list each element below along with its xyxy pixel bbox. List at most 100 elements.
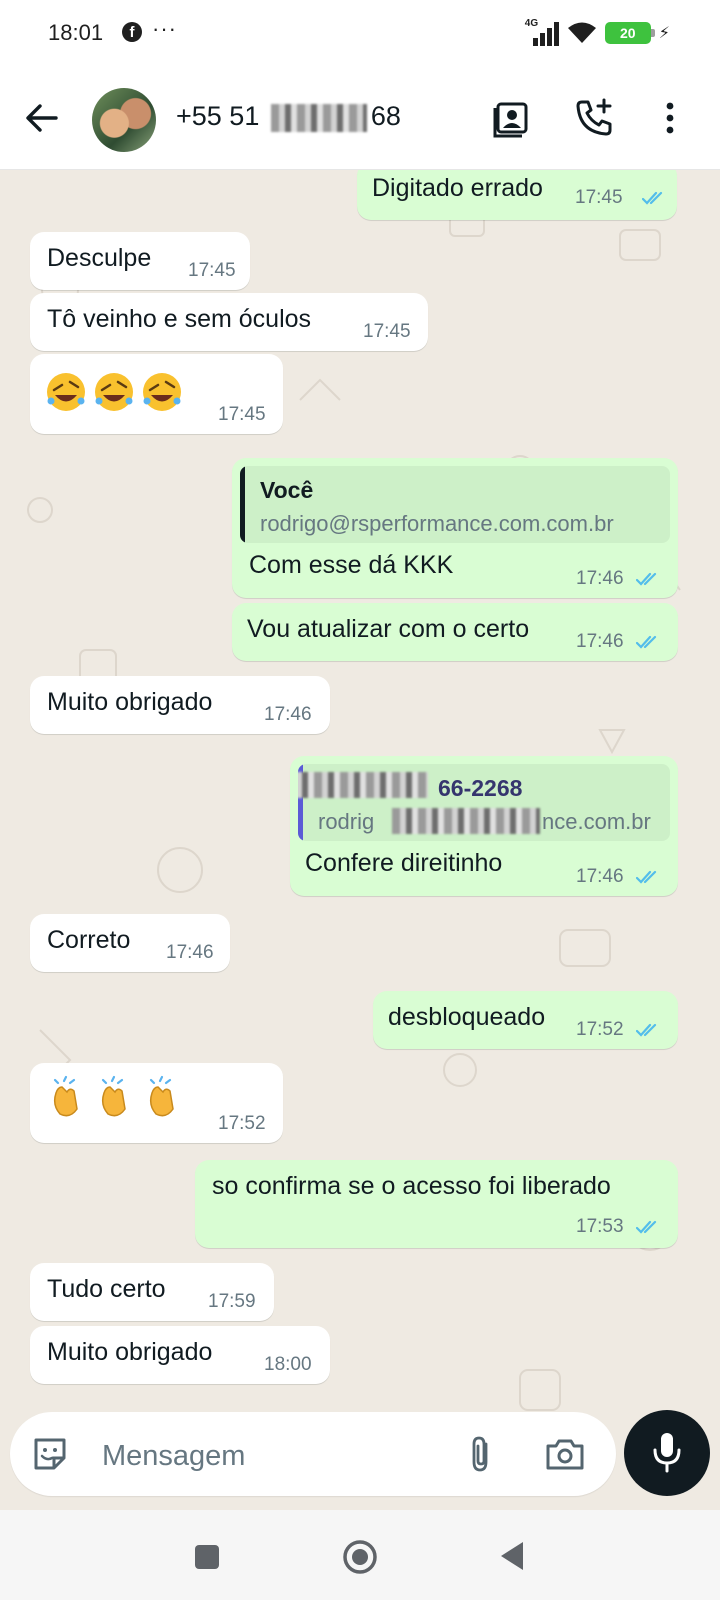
read-receipt-icon <box>636 870 657 884</box>
charging-icon: ⚡ <box>658 25 670 42</box>
message-bubble-incoming[interactable]: Muito obrigado 18:00 <box>30 1326 330 1384</box>
rolling-on-floor-laughing-emoji-icon <box>47 373 85 411</box>
message-text: so confirma se o acesso foi liberado <box>212 1172 611 1200</box>
message-text: Desculpe <box>47 244 152 272</box>
message-time: 17:46 <box>576 866 624 887</box>
message-text: Tô veinho e sem óculos <box>47 305 312 333</box>
message-bubble-outgoing[interactable]: desbloqueado 17:52 <box>373 991 678 1049</box>
redacted-number <box>270 103 367 132</box>
message-bubble-outgoing[interactable]: 66-2268 rodrig nce.com.br Confere direit… <box>290 756 678 896</box>
message-time: 17:46 <box>264 704 312 725</box>
message-text: Muito obrigado <box>47 1338 213 1366</box>
contact-card-button[interactable] <box>490 96 534 140</box>
phone-add-icon <box>576 98 612 136</box>
attach-icon[interactable] <box>460 1434 500 1474</box>
camera-icon[interactable] <box>544 1434 586 1474</box>
message-input[interactable]: Mensagem <box>10 1412 616 1496</box>
message-text: desbloqueado <box>388 1003 546 1031</box>
contact-name[interactable]: +55 51 68 <box>176 101 401 132</box>
message-time: 17:59 <box>208 1291 256 1312</box>
message-bubble-outgoing[interactable]: Digitado errado 17:45 <box>357 170 677 220</box>
message-time: 17:45 <box>575 187 623 208</box>
network-type-label: 4G <box>524 18 539 29</box>
message-bubble-outgoing[interactable]: Você rodrigo@rsperformance.com.com.br Co… <box>232 458 678 598</box>
home-button-icon[interactable] <box>341 1538 379 1576</box>
status-indicators: 4G 20 ⚡ <box>524 18 670 46</box>
rolling-on-floor-laughing-emoji-icon <box>143 373 181 411</box>
contact-name-suffix: 68 <box>370 101 401 131</box>
sticker-icon[interactable] <box>30 1434 70 1474</box>
facebook-notification-icon: f <box>122 22 142 42</box>
message-bubble-outgoing[interactable]: Vou atualizar com o certo 17:46 <box>232 603 678 661</box>
message-time: 17:45 <box>218 404 266 425</box>
message-text: Confere direitinho <box>305 849 503 877</box>
back-button[interactable] <box>20 96 64 140</box>
message-time: 17:52 <box>218 1113 266 1134</box>
contact-card-icon <box>493 102 528 138</box>
back-button-icon[interactable] <box>497 1540 527 1572</box>
read-receipt-icon <box>636 635 657 649</box>
contact-name-prefix: +55 51 <box>176 101 260 131</box>
quote-text-end: nce.com.br <box>542 809 651 834</box>
read-receipt-icon <box>636 1023 657 1037</box>
quote-text: rodrigo@rsperformance.com.com.br <box>260 511 614 536</box>
battery-icon: 20 <box>604 22 655 44</box>
menu-button[interactable] <box>648 96 692 140</box>
message-time: 17:45 <box>363 321 411 342</box>
read-receipt-icon <box>636 1220 657 1234</box>
message-time: 17:53 <box>576 1216 624 1237</box>
microphone-icon <box>653 1433 681 1473</box>
message-time: 17:46 <box>576 568 624 589</box>
message-time: 17:46 <box>576 631 624 652</box>
more-vertical-icon <box>666 102 674 134</box>
redacted-quote-text <box>392 808 540 834</box>
status-bar: 18:01 f ··· 4G 20 ⚡ <box>0 0 720 70</box>
recents-button-icon[interactable] <box>192 1542 222 1572</box>
message-time: 17:52 <box>576 1019 624 1040</box>
read-receipt-icon <box>642 191 663 205</box>
clapping-hands-emoji-icon <box>53 1075 78 1117</box>
back-arrow-icon <box>26 104 58 132</box>
system-navigation-bar <box>0 1510 720 1600</box>
message-text: Correto <box>47 926 131 954</box>
message-bubble-incoming[interactable]: Correto 17:46 <box>30 914 230 972</box>
message-bubble-incoming[interactable]: Tudo certo 17:59 <box>30 1263 274 1321</box>
add-call-button[interactable] <box>572 96 616 140</box>
clapping-hands-emoji-icon <box>101 1075 126 1117</box>
quote-accent-bar <box>240 466 245 543</box>
message-bubble-incoming[interactable]: 17:52 <box>30 1063 283 1143</box>
message-bubble-incoming[interactable]: Muito obrigado 17:46 <box>30 676 330 734</box>
message-bubble-incoming[interactable]: Desculpe 17:45 <box>30 232 250 290</box>
emoji-row <box>44 1075 184 1119</box>
message-bubble-outgoing[interactable]: so confirma se o acesso foi liberado 17:… <box>195 1160 678 1248</box>
voice-message-button[interactable] <box>624 1410 710 1496</box>
contact-avatar[interactable] <box>92 88 156 152</box>
emoji-row <box>44 370 184 414</box>
status-time: 18:01 <box>48 20 104 45</box>
wifi-icon <box>567 22 596 43</box>
message-text: Digitado errado <box>372 174 543 202</box>
message-bubble-incoming[interactable]: Tô veinho e sem óculos 17:45 <box>30 293 428 351</box>
quote-text-start: rodrig <box>318 809 375 834</box>
more-notifications-icon: ··· <box>152 16 177 41</box>
composer: Mensagem <box>0 1410 720 1510</box>
cellular-signal-icon: 4G <box>524 18 559 46</box>
quote-author: Você <box>260 477 314 503</box>
message-text: Muito obrigado <box>47 688 213 716</box>
clapping-hands-emoji-icon <box>149 1075 174 1117</box>
message-input-placeholder: Mensagem <box>102 1440 246 1472</box>
quote-author: 66-2268 <box>438 775 523 801</box>
message-text: Vou atualizar com o certo <box>247 615 530 643</box>
redacted-quote-author <box>298 772 428 798</box>
rolling-on-floor-laughing-emoji-icon <box>95 373 133 411</box>
message-text: Tudo certo <box>47 1275 166 1303</box>
quoted-message[interactable]: 66-2268 rodrig nce.com.br <box>298 764 670 841</box>
message-time: 18:00 <box>264 1354 312 1375</box>
chat-header: +55 51 68 <box>0 70 720 170</box>
message-text: Com esse dá KKK <box>249 551 454 579</box>
message-bubble-incoming[interactable]: 17:45 <box>30 354 283 434</box>
message-time: 17:45 <box>188 260 236 281</box>
quoted-message[interactable]: Você rodrigo@rsperformance.com.com.br <box>240 466 670 543</box>
chat-area[interactable]: Digitado errado 17:45 Desculpe 17:45 Tô … <box>0 170 720 1510</box>
message-time: 17:46 <box>166 942 214 963</box>
